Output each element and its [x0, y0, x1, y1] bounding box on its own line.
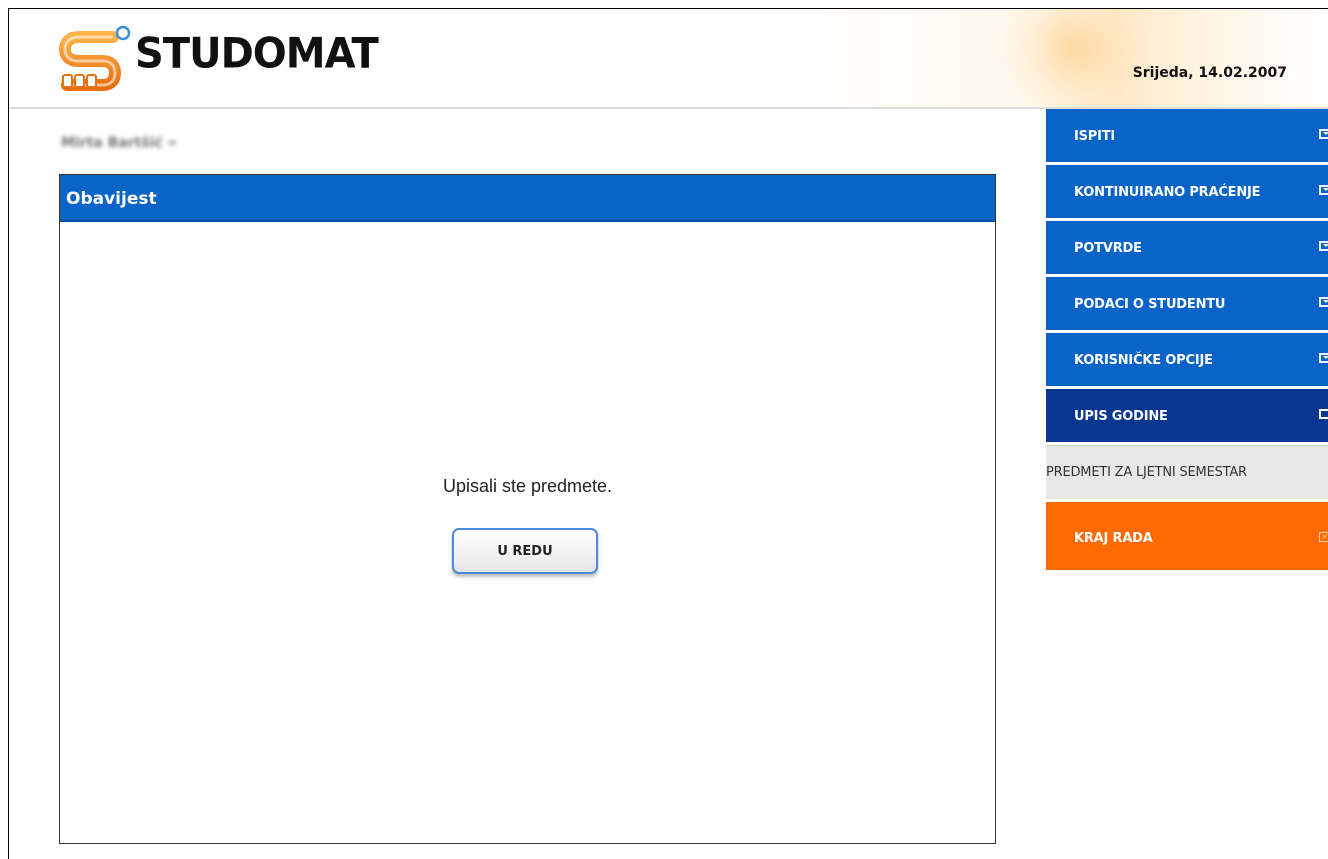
logout-button[interactable]: KRAJ RADA ×	[1046, 502, 1328, 570]
menu-item-label: KORISNIČKE OPCIJE	[1074, 353, 1213, 368]
main-menu: ISPITI KONTINUIRANO PRAĆENJE POTVRDE POD…	[1046, 109, 1328, 573]
logo-s-icon	[58, 25, 131, 91]
menu-item-korisnicke-opcije[interactable]: KORISNIČKE OPCIJE	[1046, 333, 1328, 386]
chevron-down-icon	[1319, 297, 1328, 307]
menu-item-label: POTVRDE	[1074, 241, 1142, 256]
ok-button[interactable]: U REDU	[452, 528, 598, 574]
current-date: Srijeda, 14.02.2007	[1132, 65, 1287, 81]
square-icon	[1319, 409, 1328, 419]
logout-label: KRAJ RADA	[1074, 531, 1153, 546]
dialog-title: Obavijest	[60, 175, 995, 222]
header: STUDOMAT Srijeda, 14.02.2007	[9, 9, 1328, 141]
breadcrumb: Mirta Bartšić »	[61, 135, 177, 151]
menu-item-podaci-o-studentu[interactable]: PODACI O STUDENTU	[1046, 277, 1328, 330]
submenu-item-predmeti-ljetni[interactable]: PREDMETI ZA LJETNI SEMESTAR	[1046, 445, 1328, 499]
chevron-down-icon	[1319, 129, 1328, 139]
menu-item-label: UPIS GODINE	[1074, 409, 1168, 424]
close-box-icon: ×	[1319, 532, 1328, 542]
menu-item-upis-godine[interactable]: UPIS GODINE	[1046, 389, 1328, 442]
menu-item-label: ISPITI	[1074, 129, 1116, 144]
menu-item-label: PODACI O STUDENTU	[1074, 297, 1226, 312]
app-frame: STUDOMAT Srijeda, 14.02.2007 Mirta Bartš…	[8, 8, 1328, 859]
breadcrumb-user[interactable]: Mirta Bartšić	[61, 135, 163, 151]
dialog-body: Upisali ste predmete. U REDU	[60, 222, 995, 842]
chevron-down-icon	[1319, 353, 1328, 363]
submenu-item-label: PREDMETI ZA LJETNI SEMESTAR	[1046, 465, 1247, 480]
chevron-down-icon	[1319, 241, 1328, 251]
menu-item-potvrde[interactable]: POTVRDE	[1046, 221, 1328, 274]
chevron-down-icon	[1319, 185, 1328, 195]
menu-item-ispiti[interactable]: ISPITI	[1046, 109, 1328, 162]
logo-text: STUDOMAT	[135, 29, 379, 79]
breadcrumb-separator: »	[167, 135, 177, 151]
studomat-logo: STUDOMAT	[57, 23, 437, 93]
menu-item-kontinuirano-pracenje[interactable]: KONTINUIRANO PRAĆENJE	[1046, 165, 1328, 218]
notification-dialog: Obavijest Upisali ste predmete. U REDU	[59, 174, 996, 844]
menu-item-label: KONTINUIRANO PRAĆENJE	[1074, 185, 1261, 200]
dialog-message: Upisali ste predmete.	[442, 476, 613, 496]
